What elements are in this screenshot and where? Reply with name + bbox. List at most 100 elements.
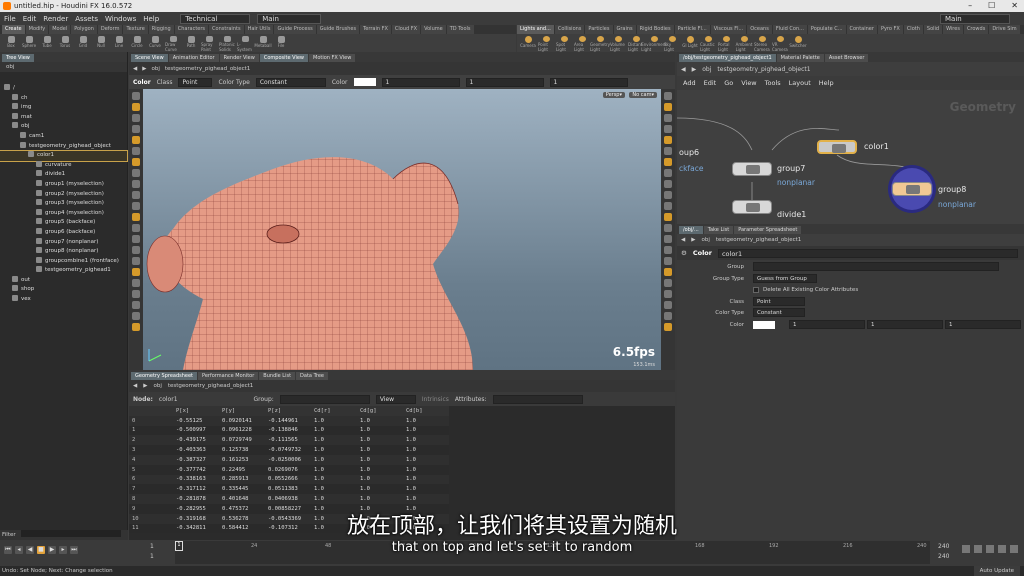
tab-performance-monitor[interactable]: Performance Monitor bbox=[198, 372, 259, 380]
viewport-tool-icon[interactable] bbox=[664, 268, 672, 276]
tree-item[interactable]: ch bbox=[0, 93, 127, 104]
color-g-field[interactable]: 1 bbox=[465, 77, 544, 87]
menu-go[interactable]: Go bbox=[724, 79, 733, 87]
shelf-tab[interactable]: Terrain FX bbox=[360, 25, 391, 34]
shelf-tool-button[interactable]: Draw Curve bbox=[165, 34, 181, 52]
shelf-tab[interactable]: Deform bbox=[97, 25, 123, 34]
back-arrow-icon[interactable]: ◀ bbox=[681, 66, 686, 73]
shelf-tool-button[interactable]: Circle bbox=[129, 34, 145, 52]
tree-item[interactable]: img bbox=[0, 103, 127, 113]
shelf-tool-button[interactable]: Platonic Solids bbox=[219, 34, 235, 52]
tree-item[interactable]: group7 (nonplanar) bbox=[0, 237, 127, 248]
shelf-tool-button[interactable]: Point Light bbox=[538, 34, 554, 52]
shelf-tab[interactable]: Particle Fl... bbox=[674, 25, 710, 34]
tree-item[interactable]: testgeometry_pighead_object bbox=[0, 141, 127, 152]
tree-item[interactable]: group4 (myselection) bbox=[0, 208, 127, 219]
camera-menu[interactable]: No cam▾ bbox=[629, 92, 657, 98]
shelf-tab[interactable]: Solid bbox=[923, 25, 943, 34]
viewport-tool-icon[interactable] bbox=[664, 246, 672, 254]
tab-animation-editor[interactable]: Animation Editor bbox=[168, 54, 219, 62]
forward-arrow-icon[interactable]: ▶ bbox=[692, 66, 697, 73]
viewport-tool-icon[interactable] bbox=[664, 213, 672, 221]
menu-assets[interactable]: Assets bbox=[75, 15, 98, 23]
shelf-tool-button[interactable]: Null bbox=[93, 34, 109, 52]
color-b-field[interactable]: 1 bbox=[549, 77, 628, 87]
param-dropdown[interactable]: Constant bbox=[753, 308, 805, 317]
shelf-tab[interactable]: Create bbox=[2, 25, 25, 34]
viewport-tool-icon[interactable] bbox=[664, 235, 672, 243]
menu-add[interactable]: Add bbox=[683, 79, 696, 87]
table-row[interactable]: 8 -0.281878 0.401648 0.0406938 1.0 1.0 1.0 bbox=[129, 494, 449, 504]
shelf-tab[interactable]: Collisions bbox=[554, 25, 585, 34]
viewport-tool-icon[interactable] bbox=[132, 213, 140, 221]
color-channel-field[interactable]: 1 bbox=[789, 319, 865, 329]
shelf-tab[interactable]: Oceans bbox=[747, 25, 772, 34]
color-type-dropdown[interactable]: Constant bbox=[255, 77, 326, 87]
viewport-tool-icon[interactable] bbox=[664, 323, 672, 331]
viewport-tool-icon[interactable] bbox=[664, 191, 672, 199]
shelf-tool-button[interactable]: Area Light bbox=[574, 34, 590, 52]
shelf-tab[interactable]: Grains bbox=[613, 25, 636, 34]
shelf-tool-button[interactable]: Volume Light bbox=[610, 34, 626, 52]
table-row[interactable]: 3 -0.403363 0.125738 -0.0749732 1.0 1.0 1.0 bbox=[129, 445, 449, 455]
shelf-tool-button[interactable]: Sphere bbox=[21, 34, 37, 52]
node-group7[interactable] bbox=[732, 162, 772, 176]
path-node[interactable]: testgeometry_pighead_object1 bbox=[716, 237, 801, 243]
tab-material-palette[interactable]: Material Palette bbox=[776, 54, 824, 62]
param-dropdown[interactable]: Point bbox=[753, 296, 805, 306]
shelf-tab[interactable]: Hair Utils bbox=[244, 25, 274, 34]
shelf-tool-button[interactable]: Box bbox=[3, 34, 19, 52]
menu-windows[interactable]: Windows bbox=[105, 15, 136, 23]
shelf-tab[interactable]: Texture bbox=[123, 25, 148, 34]
menu-tools[interactable]: Tools bbox=[765, 79, 781, 87]
viewport-tool-icon[interactable] bbox=[132, 279, 140, 287]
minimize-button[interactable]: – bbox=[968, 0, 972, 12]
tab-take-list[interactable]: Take List bbox=[703, 226, 734, 234]
shelf-tab[interactable]: Fluid Con... bbox=[772, 25, 807, 34]
viewport-tool-icon[interactable] bbox=[664, 180, 672, 188]
menu-layout[interactable]: Layout bbox=[789, 79, 811, 87]
viewport-tool-icon[interactable] bbox=[132, 257, 140, 265]
viewport-tool-icon[interactable] bbox=[664, 279, 672, 287]
menu-edit[interactable]: Edit bbox=[704, 79, 717, 87]
viewport-tool-icon[interactable] bbox=[664, 301, 672, 309]
back-arrow-icon[interactable]: ◀ bbox=[133, 383, 137, 389]
tree-item[interactable]: group8 (nonplanar) bbox=[0, 247, 127, 257]
tab-params[interactable]: /obj/... bbox=[679, 226, 703, 234]
shelf-tab[interactable]: Crowds bbox=[963, 25, 989, 34]
tree-item[interactable]: groupcombine1 (frontface) bbox=[0, 256, 127, 267]
node-color1[interactable] bbox=[817, 140, 857, 154]
path-node[interactable]: testgeometry_pighead_object1 bbox=[165, 66, 250, 72]
shelf-tab[interactable]: Guide Process bbox=[274, 25, 316, 34]
viewport-tool-icon[interactable] bbox=[664, 136, 672, 144]
param-dropdown[interactable]: Guess from Group bbox=[753, 273, 817, 283]
forward-arrow-icon[interactable]: ▶ bbox=[691, 237, 695, 243]
shelf-tab[interactable]: Cloud FX bbox=[391, 25, 421, 34]
maximize-button[interactable]: ☐ bbox=[988, 0, 995, 12]
shelf-tool-button[interactable]: Spot Light bbox=[556, 34, 572, 52]
color-swatch[interactable] bbox=[353, 78, 376, 86]
shelf-tool-button[interactable]: Environment Light bbox=[641, 34, 667, 52]
viewport-tool-icon[interactable] bbox=[132, 323, 140, 331]
viewport-tool-icon[interactable] bbox=[132, 202, 140, 210]
tree-item[interactable]: group5 (backface) bbox=[0, 218, 127, 228]
shelf-tab[interactable]: Populate C... bbox=[807, 25, 846, 34]
viewport-tool-icon[interactable] bbox=[664, 257, 672, 265]
tree-item[interactable]: group6 (backface) bbox=[0, 227, 127, 238]
shelf-tool-button[interactable]: Portal Light bbox=[718, 34, 734, 52]
tab-scene-view[interactable]: Scene View bbox=[131, 54, 168, 62]
back-arrow-icon[interactable]: ◀ bbox=[681, 237, 685, 243]
attributes-input[interactable] bbox=[492, 394, 583, 404]
color-r-field[interactable]: 1 bbox=[381, 77, 460, 87]
shelf-tab[interactable]: TD Tools bbox=[446, 25, 474, 34]
shelf-tool-button[interactable]: File bbox=[273, 34, 289, 52]
menu-file[interactable]: File bbox=[4, 15, 16, 23]
shelf-tab[interactable]: Viscous Fl... bbox=[710, 25, 747, 34]
table-row[interactable]: 5 -0.377742 0.22495 0.0269076 1.0 1.0 1.0 bbox=[129, 464, 449, 475]
path-obj[interactable]: obj bbox=[153, 383, 161, 389]
viewport-tool-icon[interactable] bbox=[132, 268, 140, 276]
viewport-tool-icon[interactable] bbox=[664, 202, 672, 210]
tree-item[interactable]: group1 (myselection) bbox=[0, 179, 127, 190]
shelf-tool-button[interactable]: Sky Light bbox=[664, 34, 680, 52]
viewport-tool-icon[interactable] bbox=[132, 235, 140, 243]
